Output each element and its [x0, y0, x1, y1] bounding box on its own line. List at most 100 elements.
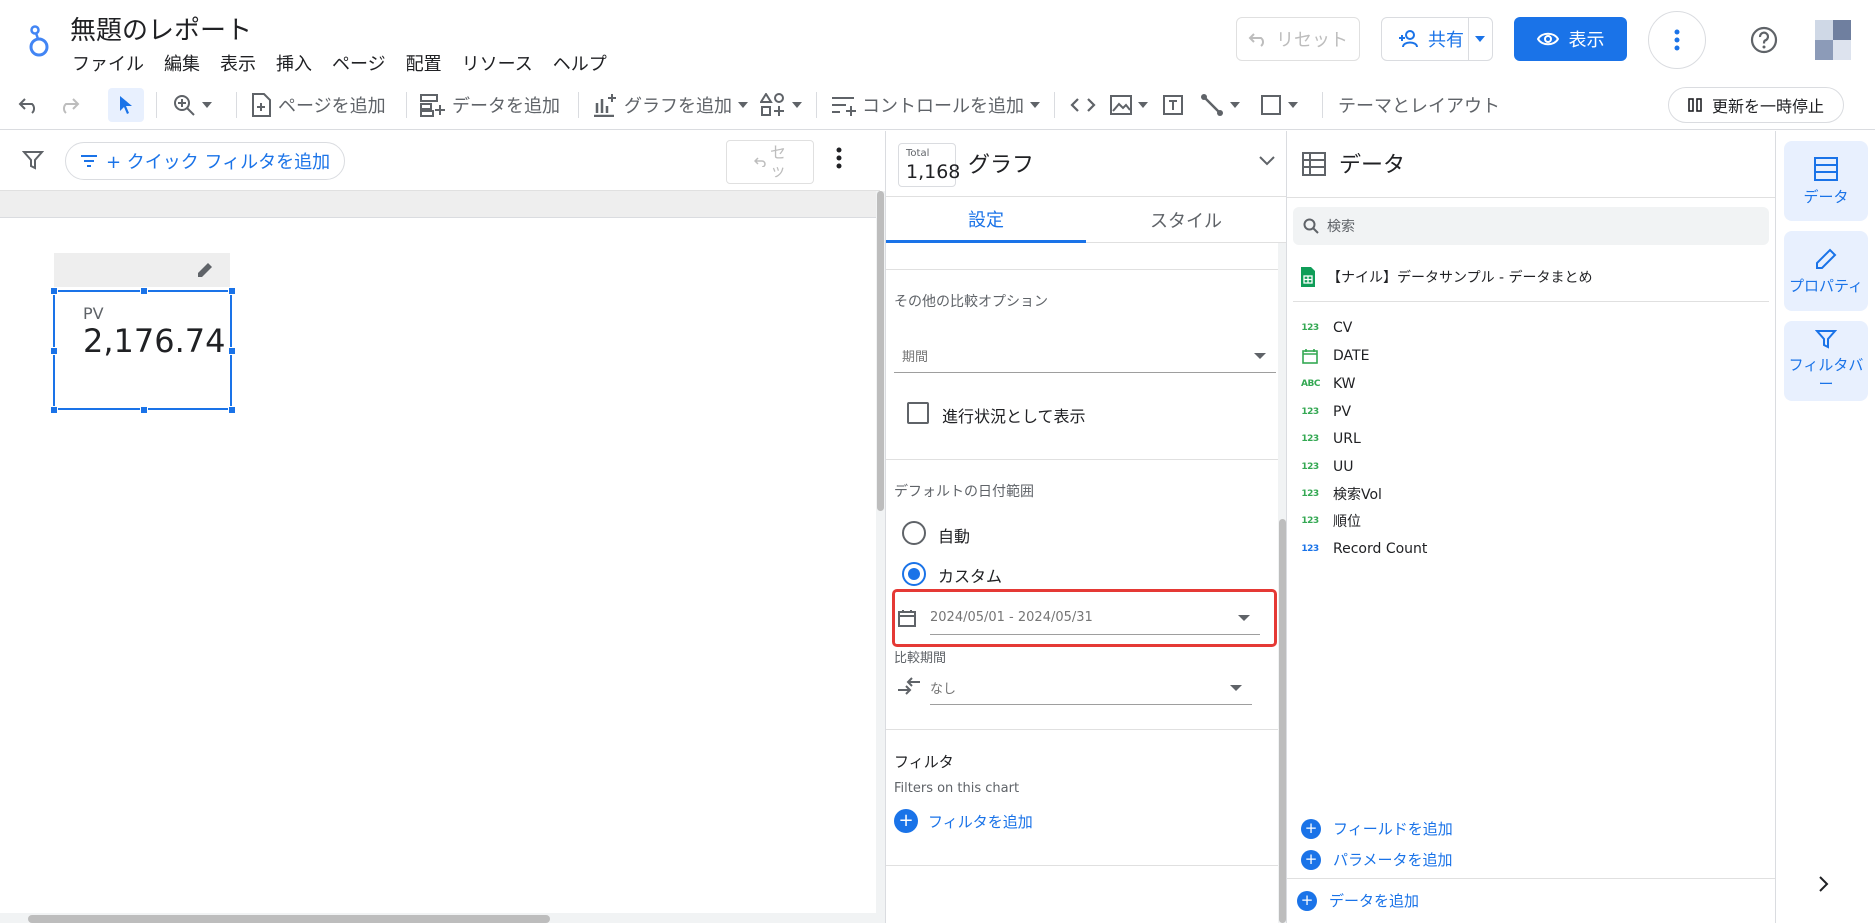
rail-filter-bar-button[interactable]: フィルタバ ー — [1784, 321, 1868, 401]
compare-arrows-icon — [898, 677, 920, 695]
resize-handle[interactable] — [140, 287, 148, 295]
rail-data-button[interactable]: データ — [1784, 141, 1868, 221]
field-item[interactable]: 123 UU — [1301, 456, 1354, 478]
menu-resources[interactable]: リソース — [452, 50, 543, 76]
share-dropdown[interactable] — [1469, 36, 1493, 42]
add-filter-button[interactable]: + フィルタを追加 — [894, 809, 1033, 833]
theme-layout-label: テーマとレイアウト — [1338, 96, 1500, 117]
resize-handle[interactable] — [228, 287, 236, 295]
chevron-right-icon[interactable] — [1818, 875, 1830, 893]
resize-handle[interactable] — [140, 406, 148, 414]
period-placeholder: 期間 — [902, 350, 929, 365]
chevron-down-icon[interactable] — [1258, 155, 1276, 167]
help-icon[interactable] — [1749, 25, 1779, 55]
add-field-button[interactable]: + フィールドを追加 — [1301, 818, 1453, 839]
select-tool-button[interactable] — [108, 88, 144, 122]
resize-handle[interactable] — [50, 406, 58, 414]
report-canvas[interactable]: + クイック フィルタを追加 セ ッ PV 2,176.74 — [0, 131, 885, 923]
app-header: 無題のレポート ファイル 編集 表示 挿入 ページ 配置 リソース ヘルプ リセ… — [0, 0, 1875, 80]
scorecard-chart[interactable]: PV 2,176.74 — [50, 287, 236, 414]
embed-code-button[interactable] — [1070, 80, 1096, 130]
data-source[interactable]: 【ナイル】データサンプル - データまとめ — [1301, 267, 1593, 287]
zoom-button[interactable] — [172, 80, 212, 130]
default-date-range-title: デフォルトの日付範囲 — [894, 484, 1034, 500]
redo-button[interactable] — [58, 80, 80, 130]
menu-page[interactable]: ページ — [322, 50, 396, 76]
undo-button[interactable] — [18, 80, 40, 130]
toolbar: ページを追加 データを追加 グラフを追加 コントロールを追加 テーマとレイアウト… — [0, 80, 1875, 130]
menu-insert[interactable]: 挿入 — [266, 50, 322, 76]
field-item[interactable]: ABC KW — [1301, 373, 1356, 395]
compare-period-dropdown[interactable]: なし — [930, 671, 1252, 705]
canvas-vertical-scroll-thumb[interactable] — [877, 191, 884, 511]
field-name: UU — [1333, 459, 1354, 475]
resize-handle[interactable] — [50, 287, 58, 295]
theme-layout-button[interactable]: テーマとレイアウト — [1338, 80, 1500, 130]
text-type-icon: ABC — [1301, 379, 1320, 389]
field-item[interactable]: 123 検索Vol — [1301, 483, 1382, 505]
pencil-icon[interactable] — [196, 261, 214, 279]
menu-view[interactable]: 表示 — [210, 50, 266, 76]
add-quick-filter-button[interactable]: + クイック フィルタを追加 — [65, 142, 345, 180]
tab-setup[interactable]: 設定 — [886, 197, 1086, 243]
canvas-horizontal-scroll-thumb[interactable] — [28, 915, 550, 923]
section-divider — [886, 269, 1278, 270]
toolbar-divider — [406, 92, 407, 118]
number-type-icon: 123 — [1301, 516, 1319, 526]
looker-studio-logo-icon[interactable] — [24, 22, 54, 58]
add-chart-button[interactable]: グラフを追加 — [592, 80, 748, 130]
add-page-button[interactable]: ページを追加 — [250, 80, 386, 130]
view-button[interactable]: 表示 — [1514, 17, 1627, 61]
add-data-button[interactable]: データを追加 — [420, 80, 560, 130]
field-item[interactable]: 123 URL — [1301, 428, 1361, 450]
field-item[interactable]: 123 CV — [1301, 317, 1352, 339]
other-compare-title: その他の比較オプション — [894, 294, 1048, 310]
avatar[interactable] — [1815, 20, 1851, 60]
field-item[interactable]: 123 Record Count — [1301, 538, 1427, 560]
add-circle-icon: + — [1301, 818, 1321, 839]
add-parameter-button[interactable]: + パラメータを追加 — [1301, 849, 1453, 870]
filter-reset-button[interactable]: セ ッ — [726, 140, 814, 184]
add-chart-label: グラフを追加 — [624, 96, 732, 117]
shape-button[interactable] — [1260, 80, 1298, 130]
report-title[interactable]: 無題のレポート — [70, 10, 252, 47]
add-data-source-button[interactable]: + データを追加 — [1297, 890, 1419, 911]
date-range-dropdown[interactable]: 2024/05/01 - 2024/05/31 — [930, 601, 1260, 635]
chart-type-badge[interactable]: Total 1,168 — [898, 143, 960, 187]
resize-handle[interactable] — [228, 406, 236, 414]
add-component-button[interactable] — [760, 80, 802, 130]
rail-properties-button[interactable]: プロパティ — [1784, 231, 1868, 311]
image-button[interactable] — [1110, 80, 1148, 130]
line-button[interactable] — [1200, 80, 1240, 130]
field-search-input[interactable]: 検索 — [1293, 207, 1769, 245]
add-page-icon — [252, 93, 271, 117]
resize-handle[interactable] — [50, 347, 58, 355]
field-item[interactable]: 123 順位 — [1301, 510, 1361, 532]
number-type-icon: 123 — [1301, 407, 1319, 417]
field-name: URL — [1333, 431, 1361, 447]
properties-scroll-thumb[interactable] — [1279, 519, 1286, 923]
menu-edit[interactable]: 編集 — [154, 50, 210, 76]
menu-arrange[interactable]: 配置 — [396, 50, 452, 76]
field-item[interactable]: DATE — [1301, 345, 1369, 367]
show-progress-checkbox[interactable] — [907, 402, 929, 424]
field-item[interactable]: 123 PV — [1301, 401, 1351, 423]
resize-handle[interactable] — [228, 347, 236, 355]
more-options-button[interactable] — [1648, 11, 1706, 69]
reset-button[interactable]: リセット — [1236, 17, 1360, 61]
tab-style[interactable]: スタイル — [1086, 197, 1286, 243]
number-type-icon: 123 — [1301, 489, 1319, 499]
text-box-button[interactable] — [1162, 80, 1184, 130]
date-range-value: 2024/05/01 - 2024/05/31 — [930, 610, 1093, 625]
menu-file[interactable]: ファイル — [62, 50, 154, 76]
filter-icon[interactable] — [22, 149, 44, 171]
pause-updates-button[interactable]: 更新を一時停止 — [1668, 87, 1844, 123]
custom-radio[interactable] — [902, 562, 926, 586]
more-vert-icon[interactable] — [836, 147, 842, 169]
share-button[interactable]: 共有 — [1381, 17, 1493, 61]
add-control-button[interactable]: コントロールを追加 — [830, 80, 1040, 130]
period-dropdown[interactable]: 期間 — [894, 339, 1276, 373]
share-main[interactable]: 共有 — [1382, 18, 1469, 60]
auto-radio[interactable] — [902, 521, 926, 545]
menu-help[interactable]: ヘルプ — [543, 50, 617, 76]
